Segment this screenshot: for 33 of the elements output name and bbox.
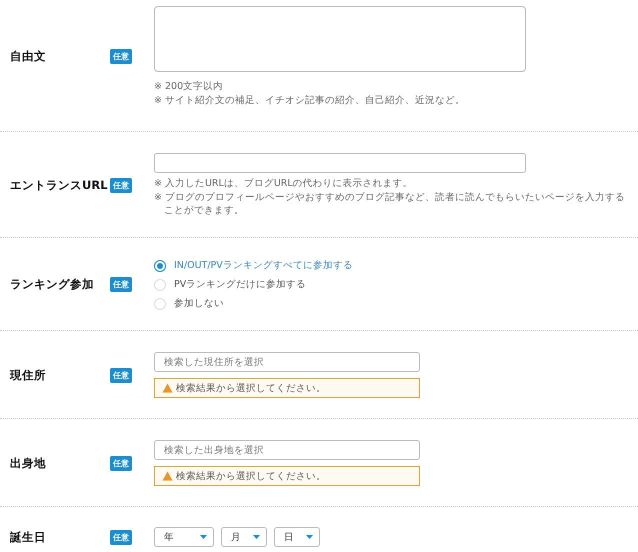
warning-icon — [162, 383, 173, 393]
help-note: ※ サイト紹介文の補足、イチオシ記事の紹介、自己紹介、近況など。 — [154, 94, 465, 107]
optional-badge: 任意 — [110, 530, 132, 544]
dropdown[interactable]: 年 — [154, 527, 214, 547]
caret-icon — [200, 535, 207, 539]
field-label: ランキング参加 — [9, 277, 95, 292]
field-label: エントランスURL — [9, 178, 109, 192]
help-note: ※ ブログのプロフィールページやおすすめのブログ記事など、読者に読んでもらいたいページを入力することができます。 — [154, 191, 626, 217]
caret-icon — [253, 535, 260, 539]
optional-badge: 任意 — [110, 178, 132, 192]
url-field[interactable] — [154, 153, 526, 173]
warning-text: 検索結果から選択してください。 — [176, 470, 326, 482]
text-area[interactable] — [154, 6, 526, 72]
field-label: 自由文 — [9, 49, 47, 64]
field-label: 現住所 — [8, 368, 47, 382]
optional-badge: 任意 — [110, 368, 132, 382]
radio-option[interactable]: PVランキングだけに参加する — [154, 275, 306, 294]
field-label: 出身地 — [9, 456, 47, 470]
warning-text: 検索結果から選択してください。 — [176, 382, 326, 394]
optional-badge: 任意 — [110, 277, 132, 292]
caret-icon — [306, 535, 313, 539]
dropdown[interactable]: 日 — [274, 527, 320, 547]
warning-icon — [162, 471, 173, 481]
search-field[interactable]: 検索した出身地を選択 — [154, 440, 420, 460]
radio-option[interactable]: IN/OUT/PVランキングすべてに参加する — [154, 256, 353, 275]
field-label: 誕生日 — [8, 530, 47, 544]
optional-badge: 任意 — [110, 49, 132, 64]
radio-option[interactable]: 参加しない — [154, 294, 224, 313]
optional-badge: 任意 — [110, 456, 132, 470]
search-field[interactable]: 検索した現住所を選択 — [154, 352, 420, 372]
help-note: ※ 入力したURLは、ブログURLの代わりに表示されます。 — [154, 177, 414, 190]
help-note: ※ 200文字以内 — [154, 80, 224, 93]
dropdown[interactable]: 月 — [221, 527, 267, 547]
